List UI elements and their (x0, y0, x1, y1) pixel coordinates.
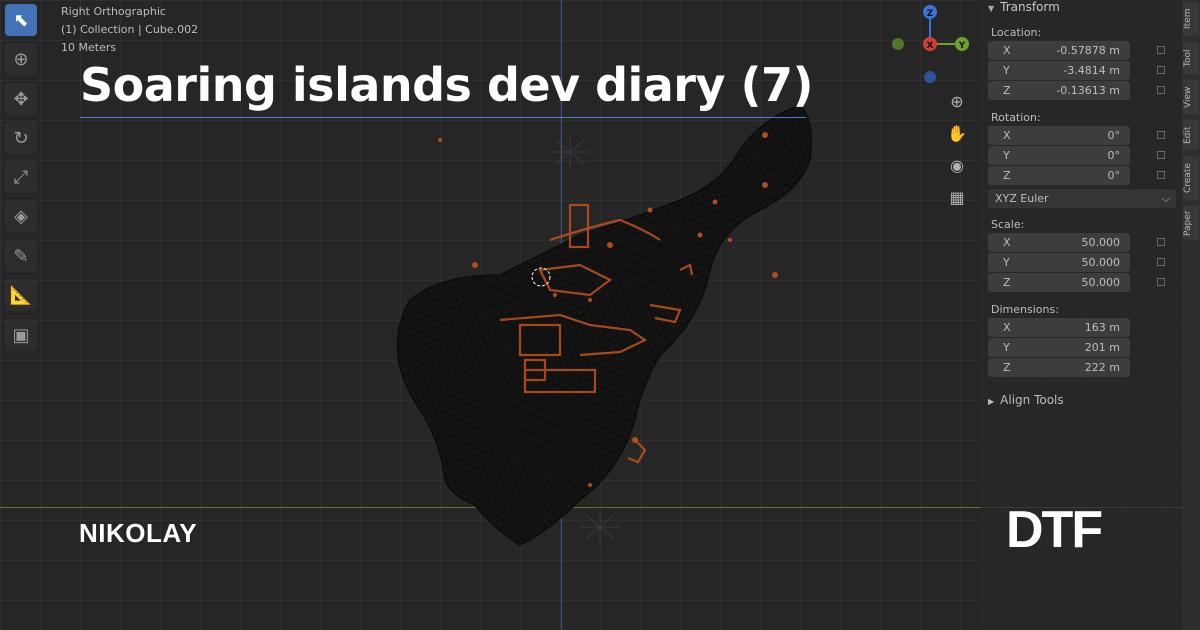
axis-label: Y (1003, 256, 1010, 269)
axis-label: X (1003, 129, 1011, 142)
lock-icon[interactable]: ☐ (1156, 276, 1166, 289)
location-label: Location: (991, 26, 1042, 39)
tab-create[interactable]: Create (1183, 156, 1199, 200)
rotate-icon[interactable]: ↻ (5, 122, 37, 154)
scale-label: Scale: (991, 218, 1025, 231)
gizmo-neg-z-axis[interactable] (924, 71, 936, 83)
field-value: 50.000 (1081, 276, 1121, 289)
field-value: 163 m (1084, 321, 1120, 334)
scale-icon[interactable]: ⤢ (5, 161, 37, 193)
tab-tool[interactable]: Tool (1183, 42, 1199, 74)
field-value: -0.13613 m (1056, 84, 1120, 97)
viewport-nav-tools: ⊕ ✋ ◉ ▦ (944, 88, 970, 216)
location-x-field[interactable]: X -0.57878 m ☐ (988, 41, 1166, 60)
select-icon[interactable]: ⬉ (5, 4, 37, 36)
axis-label: Y (1003, 341, 1010, 354)
lock-icon[interactable]: ☐ (1156, 64, 1166, 77)
collapse-icon: ▼ (988, 4, 995, 13)
lock-icon[interactable]: ☐ (1156, 149, 1166, 162)
transform-header[interactable]: ▼ Transform (980, 0, 1182, 16)
grid-scale: 10 Meters (61, 41, 117, 54)
cursor-icon[interactable]: ⊕ (5, 43, 37, 75)
expand-icon: ▶ (988, 397, 995, 406)
axis-label: Z (1003, 169, 1011, 182)
svg-text:X: X (927, 41, 934, 51)
scale-x-field[interactable]: X 50.000 ☐ (988, 233, 1166, 252)
grid-icon[interactable]: ▦ (944, 184, 970, 210)
field-value: 222 m (1084, 361, 1120, 374)
field-value: -0.57878 m (1056, 44, 1120, 57)
camera-icon[interactable]: ◉ (944, 152, 970, 178)
axis-label: Z (1003, 84, 1011, 97)
axis-label: Z (1003, 361, 1011, 374)
chevron-down-icon: ⌵ (1161, 191, 1170, 205)
dimensions-label: Dimensions: (991, 303, 1059, 316)
axis-label: Y (1003, 149, 1010, 162)
lock-icon[interactable]: ☐ (1156, 169, 1166, 182)
tab-paper[interactable]: Paper (1183, 206, 1199, 240)
view-name: Right Orthographic (61, 5, 166, 18)
dimensions-x-field[interactable]: X 163 m (988, 318, 1130, 337)
field-value: 50.000 (1081, 236, 1121, 249)
field-value: 201 m (1084, 341, 1120, 354)
tab-edit[interactable]: Edit (1183, 120, 1199, 150)
annotate-icon[interactable]: ✎ (5, 240, 37, 272)
add-cube-icon[interactable]: ▣ (5, 319, 37, 351)
rotation-mode-select[interactable]: XYZ Euler ⌵ (988, 189, 1176, 208)
rotation-y-field[interactable]: Y 0° ☐ (988, 146, 1166, 165)
tab-view[interactable]: View (1183, 80, 1199, 114)
tab-item[interactable]: Item (1183, 2, 1199, 36)
location-z-field[interactable]: Z -0.13613 m ☐ (988, 81, 1166, 100)
align-tools-header[interactable]: ▶ Align Tools (980, 393, 1182, 407)
scale-y-field[interactable]: Y 50.000 ☐ (988, 253, 1166, 272)
rotation-x-field[interactable]: X 0° ☐ (988, 126, 1166, 145)
author-name: NIKOLAY (79, 518, 198, 548)
navigation-gizmo[interactable]: Z Y X (890, 2, 970, 84)
lock-icon[interactable]: ☐ (1156, 129, 1166, 142)
axis-label: Z (1003, 276, 1011, 289)
island-mesh[interactable] (380, 90, 830, 555)
axis-label: X (1003, 321, 1011, 334)
sidebar-tabs: Item Tool View Edit Create Paper (1182, 0, 1200, 630)
lock-icon[interactable]: ☐ (1156, 44, 1166, 57)
lock-icon[interactable]: ☐ (1156, 84, 1166, 97)
dimensions-z-field[interactable]: Z 222 m (988, 358, 1130, 377)
transform-icon[interactable]: ◈ (5, 200, 37, 232)
zoom-icon[interactable]: ⊕ (944, 88, 970, 114)
svg-text:Y: Y (958, 41, 966, 51)
field-value: 50.000 (1081, 256, 1121, 269)
svg-text:Z: Z (927, 9, 934, 19)
field-value: 0° (1107, 169, 1121, 182)
axis-label: Y (1003, 64, 1010, 77)
title-underline (80, 117, 806, 118)
lock-icon[interactable]: ☐ (1156, 256, 1166, 269)
field-value: 0° (1107, 129, 1121, 142)
scale-z-field[interactable]: Z 50.000 ☐ (988, 273, 1166, 292)
rotation-label: Rotation: (991, 111, 1041, 124)
gizmo-neg-y-axis[interactable] (892, 38, 904, 50)
field-value: 0° (1107, 149, 1121, 162)
rotation-z-field[interactable]: Z 0° ☐ (988, 166, 1166, 185)
lock-icon[interactable]: ☐ (1156, 236, 1166, 249)
location-y-field[interactable]: Y -3.4814 m ☐ (988, 61, 1166, 80)
article-title: Soaring islands dev diary (7) (80, 58, 814, 112)
viewport-info: Right Orthographic (1) Collection | Cube… (61, 3, 198, 57)
measure-icon[interactable]: 📐 (5, 279, 37, 311)
axis-label: X (1003, 44, 1011, 57)
hand-icon[interactable]: ✋ (944, 120, 970, 146)
axis-label: X (1003, 236, 1011, 249)
dimensions-y-field[interactable]: Y 201 m (988, 338, 1130, 357)
active-collection: (1) Collection | Cube.002 (61, 23, 199, 36)
dtf-logo: DTF (1006, 501, 1103, 559)
move-icon[interactable]: ✥ (5, 83, 37, 115)
field-value: -3.4814 m (1063, 64, 1120, 77)
tool-shelf: ⬉ ⊕ ✥ ↻ ⤢ ◈ ✎ 📐 ▣ (3, 4, 43, 358)
